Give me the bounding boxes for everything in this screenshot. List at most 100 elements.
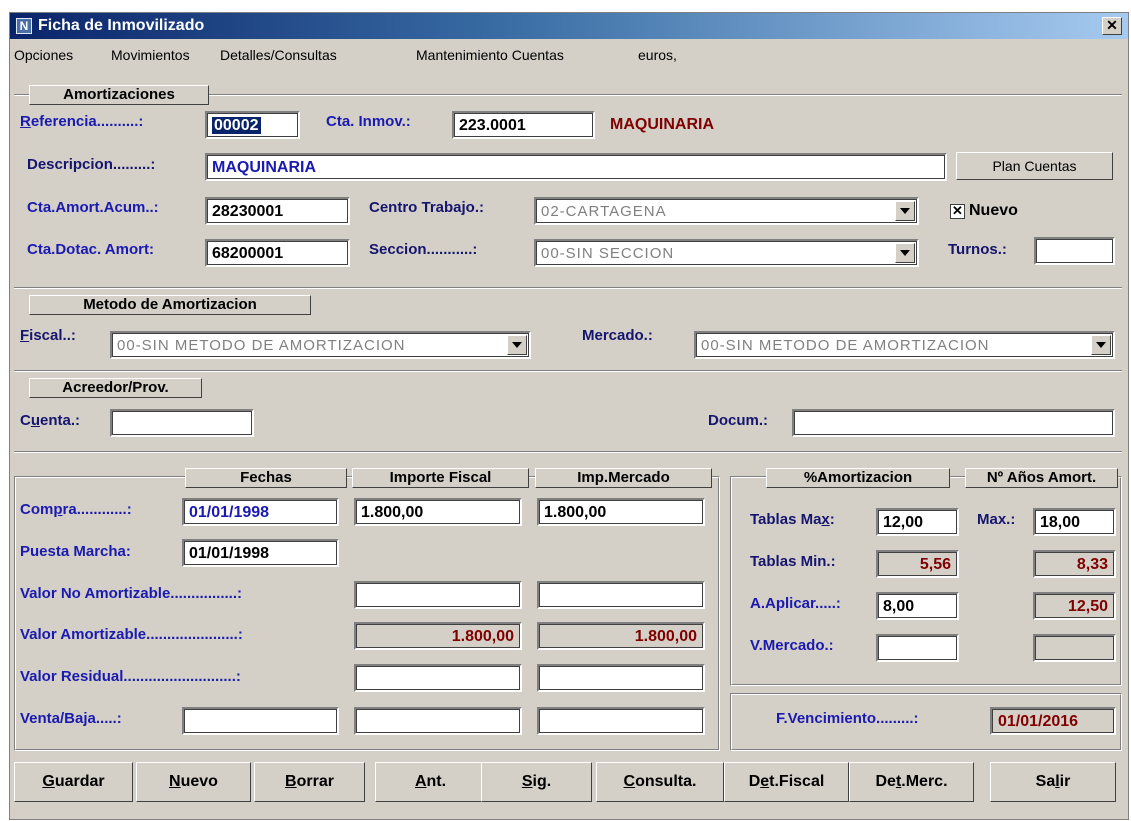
turnos-label: Turnos.: — [948, 241, 1007, 258]
chevron-down-icon[interactable] — [895, 201, 915, 221]
seccion-select[interactable]: 00-SIN SECCION — [534, 239, 919, 267]
cuenta-field[interactable] — [110, 409, 254, 437]
chevron-down-icon[interactable] — [507, 335, 527, 355]
close-icon[interactable]: ✕ — [1102, 17, 1122, 35]
valor-no-amortizable-fiscal-field[interactable] — [354, 581, 522, 609]
menu-item-opciones[interactable]: Opciones — [14, 47, 73, 63]
chevron-down-icon[interactable] — [895, 243, 915, 263]
valor-residual-mercado-field[interactable] — [537, 664, 705, 692]
centro-trabajo-label: Centro Trabajo.: — [369, 199, 485, 216]
chevron-down-icon[interactable] — [1091, 335, 1111, 355]
mercado-label: Mercado.: — [582, 327, 653, 344]
a-aplicar-field[interactable]: 8,00 — [876, 592, 959, 620]
valor-amortizable-label: Valor Amortizable......................: — [20, 626, 243, 643]
tablas-max-field[interactable]: 12,00 — [876, 508, 959, 536]
turnos-field[interactable] — [1034, 237, 1115, 265]
valor-amortizable-mercado-value: 1.800,00 — [537, 622, 705, 650]
cta-dotac-amort-field[interactable]: 68200001 — [205, 239, 350, 267]
mercado-metodo-select[interactable]: 00-SIN METODO DE AMORTIZACION — [694, 331, 1115, 359]
menu-item-mantenimiento-cuentas[interactable]: Mantenimiento Cuentas — [416, 47, 564, 63]
v-mercado-anos-value — [1033, 634, 1116, 662]
window-title: Ficha de Inmovilizado — [38, 17, 205, 34]
descripcion-field[interactable]: MAQUINARIA — [205, 153, 947, 181]
salir-button[interactable]: Salir — [990, 762, 1116, 802]
valor-residual-label: Valor Residual..........................… — [20, 668, 241, 685]
group-metodo-amortizacion: Metodo de Amortizacion — [29, 295, 311, 315]
a-aplicar-label: A.Aplicar.....: — [750, 595, 841, 612]
cta-amort-acum-field[interactable]: 28230001 — [205, 197, 350, 225]
max-anos-field[interactable]: 18,00 — [1033, 508, 1116, 536]
docum-label: Docum.: — [708, 412, 768, 429]
cta-inmov-label: Cta. Inmov.: — [326, 113, 411, 130]
consulta-button[interactable]: Consulta. — [596, 762, 724, 802]
puesta-marcha-fecha-field[interactable]: 01/01/1998 — [182, 539, 339, 567]
venta-baja-mercado-field[interactable] — [537, 707, 705, 735]
tablas-min-value: 5,56 — [876, 550, 959, 578]
puesta-marcha-label: Puesta Marcha: — [20, 543, 131, 560]
header-fechas: Fechas — [185, 468, 347, 488]
separator — [14, 370, 1122, 372]
nuevo-checkbox-label: Nuevo — [969, 202, 1018, 219]
a-aplicar-anos-value: 12,50 — [1033, 592, 1116, 620]
fiscal-metodo-select[interactable]: 00-SIN METODO DE AMORTIZACION — [110, 331, 531, 359]
mercado-metodo-value: 00-SIN METODO DE AMORTIZACION — [701, 337, 990, 354]
f-vencimiento-label: F.Vencimiento.........: — [776, 710, 919, 727]
cta-inmov-description: MAQUINARIA — [610, 116, 714, 133]
compra-label: Compra............: — [20, 501, 132, 518]
fiscal-metodo-value: 00-SIN METODO DE AMORTIZACION — [117, 337, 406, 354]
det-merc-button[interactable]: Det.Merc. — [849, 762, 974, 802]
menu-item-euros[interactable]: euros, — [638, 47, 677, 63]
v-mercado-field[interactable] — [876, 634, 959, 662]
docum-field[interactable] — [792, 409, 1115, 437]
min-anos-value: 8,33 — [1033, 550, 1116, 578]
cuenta-label: Cuenta.: — [20, 412, 81, 429]
valor-no-amortizable-label: Valor No Amortizable................: — [20, 585, 242, 602]
header-importe-fiscal: Importe Fiscal — [352, 468, 529, 488]
f-vencimiento-value: 01/01/2016 — [990, 707, 1116, 735]
app-icon: N — [16, 18, 32, 34]
venta-baja-fecha-field[interactable] — [182, 707, 339, 735]
header-imp-mercado: Imp.Mercado — [535, 468, 712, 488]
centro-trabajo-select[interactable]: 02-CARTAGENA — [534, 197, 919, 225]
compra-imp-mercado-field[interactable]: 1.800,00 — [537, 498, 705, 526]
cta-dotac-amort-label: Cta.Dotac. Amort: — [27, 241, 154, 258]
nuevo-button[interactable]: Nuevo — [136, 762, 251, 802]
tablas-max-label: Tablas Max: — [750, 511, 835, 528]
venta-baja-fiscal-field[interactable] — [354, 707, 522, 735]
nuevo-checkbox[interactable]: ✕ — [950, 204, 965, 219]
det-fiscal-button[interactable]: Det.Fiscal — [724, 762, 849, 802]
plan-cuentas-button[interactable]: Plan Cuentas — [956, 152, 1113, 180]
borrar-button[interactable]: Borrar — [254, 762, 365, 802]
valor-no-amortizable-mercado-field[interactable] — [537, 581, 705, 609]
venta-baja-label: Venta/Baja.....: — [20, 710, 122, 727]
header-anos-amort: Nº Años Amort. — [965, 468, 1118, 488]
menu-item-movimientos[interactable]: Movimientos — [111, 47, 190, 63]
valor-amortizable-fiscal-value: 1.800,00 — [354, 622, 522, 650]
group-acreedor-prov: Acreedor/Prov. — [29, 378, 202, 398]
cta-inmov-field[interactable]: 223.0001 — [452, 111, 595, 139]
menu-item-detalles-consultas[interactable]: Detalles/Consultas — [220, 47, 337, 63]
title-bar[interactable]: N Ficha de Inmovilizado ✕ — [10, 13, 1128, 39]
fiscal-label: Fiscal..: — [20, 327, 76, 344]
compra-fecha-field[interactable]: 01/01/1998 — [182, 498, 339, 526]
valor-residual-fiscal-field[interactable] — [354, 664, 522, 692]
referencia-label: Referencia..........: — [20, 113, 144, 130]
seccion-label: Seccion...........: — [369, 241, 478, 258]
seccion-value: 00-SIN SECCION — [541, 245, 675, 262]
tablas-min-label: Tablas Min.: — [750, 553, 836, 570]
max-anos-label: Max.: — [977, 511, 1016, 528]
centro-trabajo-value: 02-CARTAGENA — [541, 203, 667, 220]
v-mercado-label: V.Mercado.: — [750, 637, 834, 654]
group-amortizaciones: Amortizaciones — [29, 85, 209, 105]
siguiente-button[interactable]: Sig. — [481, 762, 592, 802]
cta-amort-acum-label: Cta.Amort.Acum..: — [27, 199, 159, 216]
separator — [14, 287, 1122, 289]
descripcion-label: Descripcion.........: — [27, 156, 156, 173]
anterior-button[interactable]: Ant. — [375, 762, 486, 802]
separator — [14, 451, 1122, 453]
compra-importe-fiscal-field[interactable]: 1.800,00 — [354, 498, 522, 526]
guardar-button[interactable]: Guardar — [14, 762, 133, 802]
header-amortizacion: %Amortizacion — [766, 468, 950, 488]
ficha-inmovilizado-window: N Ficha de Inmovilizado ✕ Opciones Movim… — [9, 12, 1129, 820]
referencia-field[interactable]: 00002 — [205, 111, 300, 139]
